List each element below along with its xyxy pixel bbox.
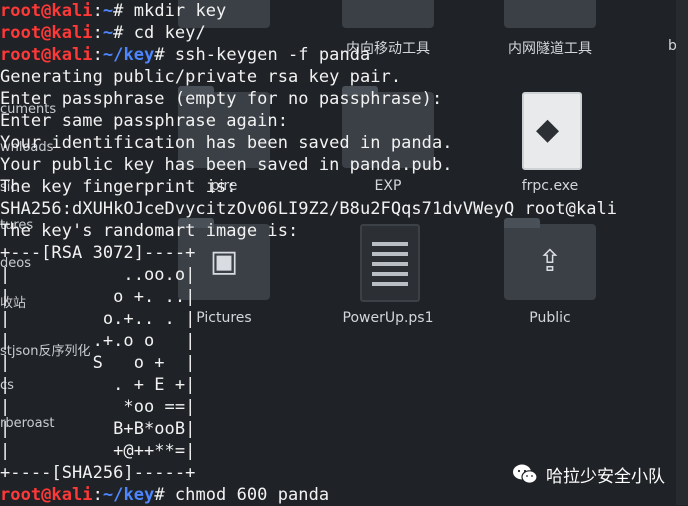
terminal-output-line: | *oo ==|: [0, 397, 196, 417]
prompt-path: ~/key: [102, 485, 155, 505]
prompt-path: ~: [102, 1, 114, 21]
command-text: cd key/: [133, 23, 206, 43]
terminal-output-line: Your identification has been saved in pa…: [0, 133, 453, 153]
watermark: 哈拉少安全小队: [512, 460, 665, 488]
terminal-output-line: | S o + |: [0, 353, 196, 373]
prompt-user: root@kali: [0, 45, 93, 65]
terminal-output-line: Enter same passphrase again:: [0, 111, 288, 131]
terminal-output-line: | o.+.. . |: [0, 309, 196, 329]
prompt-symbol: #: [154, 45, 175, 65]
command-text: mkdir key: [133, 1, 227, 21]
terminal-output-line: Your public key has been saved in panda.…: [0, 155, 453, 175]
terminal-output-line: The key's randomart image is:: [0, 221, 299, 241]
prompt-user: root@kali: [0, 485, 93, 505]
terminal-output-line: +---[RSA 3072]----+: [0, 243, 196, 263]
prompt-user: root@kali: [0, 23, 93, 43]
terminal-output-line: SHA256:dXUHkOJceDvycitzOv06LI9Z2/B8u2FQq…: [0, 199, 618, 219]
terminal-output-line: | +@++**=|: [0, 441, 196, 461]
prompt-separator: :: [92, 485, 103, 505]
terminal-output-line: | ..oo.o|: [0, 265, 196, 285]
prompt-symbol: #: [113, 1, 134, 21]
command-text: chmod 600 panda: [174, 485, 330, 505]
prompt-separator: :: [92, 45, 103, 65]
terminal-output-line: The key fingerprint is:: [0, 177, 237, 197]
terminal-command-line: root@kali:~/key# ssh-keygen -f panda: [0, 44, 688, 66]
terminal-window[interactable]: root@kali:~# mkdir key root@kali:~# cd ke…: [0, 0, 688, 505]
terminal-output-line: | o +. ..|: [0, 287, 196, 307]
prompt-symbol: #: [113, 23, 134, 43]
command-text: ssh-keygen -f panda: [174, 45, 371, 65]
terminal-command-line: root@kali:~# mkdir key: [0, 0, 688, 22]
wechat-icon: [513, 464, 538, 484]
terminal-output-line: | .+.o o |: [0, 331, 196, 351]
terminal-output-line: Generating public/private rsa key pair.: [0, 67, 402, 87]
prompt-user: root@kali: [0, 1, 93, 21]
terminal-output-line: | . + E +|: [0, 375, 196, 395]
terminal-command-line: root@kali:~# cd key/: [0, 22, 688, 44]
terminal-output-line: | B+B*ooB|: [0, 419, 196, 439]
prompt-path: ~/key: [102, 45, 155, 65]
watermark-text: 哈拉少安全小队: [546, 466, 665, 487]
prompt-separator: :: [92, 23, 103, 43]
prompt-separator: :: [92, 1, 103, 21]
terminal-output-line: Enter passphrase (empty for no passphras…: [0, 89, 443, 109]
prompt-path: ~: [102, 23, 114, 43]
prompt-symbol: #: [154, 485, 175, 505]
